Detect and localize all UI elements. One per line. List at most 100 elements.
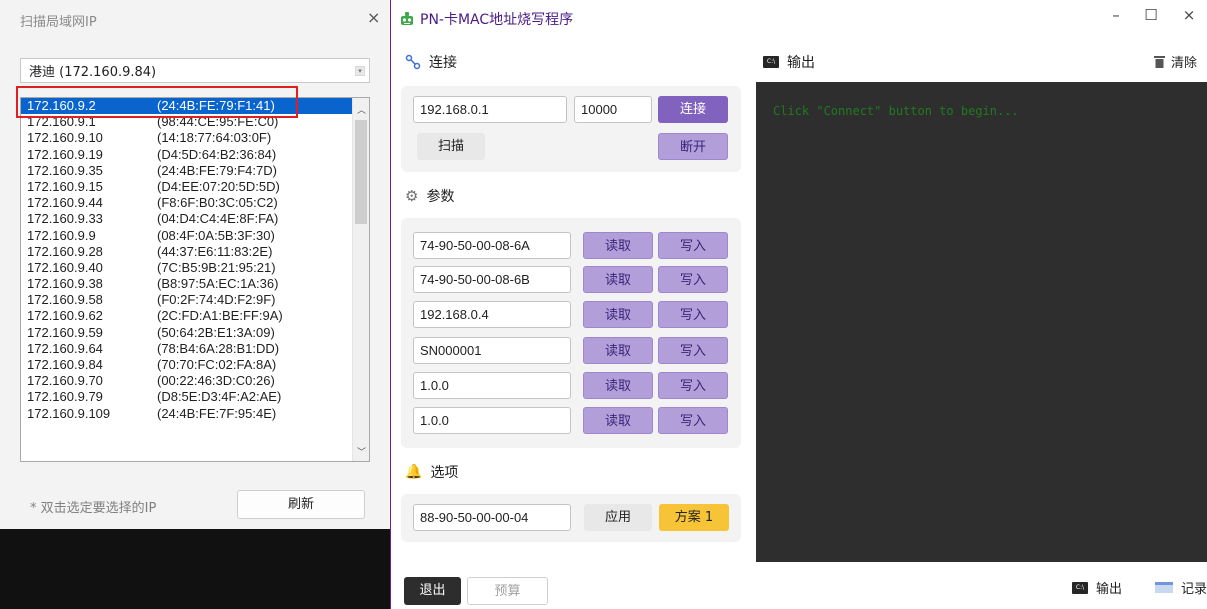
list-item[interactable]: 172.160.9.35 (24:4B:FE:79:F4:7D) xyxy=(21,163,369,179)
scan-dialog-title: 扫描局域网IP xyxy=(20,15,97,30)
write-button[interactable]: 写入 xyxy=(658,337,728,364)
read-button[interactable]: 读取 xyxy=(583,337,653,364)
list-item[interactable]: 172.160.9.62 (2C:FD:A1:BE:FF:9A) xyxy=(21,308,369,324)
scrollbar-thumb[interactable] xyxy=(355,120,367,224)
scroll-down-icon[interactable]: ﹀ xyxy=(353,445,369,458)
refresh-button[interactable]: 刷新 xyxy=(237,490,365,519)
mac-address: (00:22:46:3D:C0:26) xyxy=(157,373,275,389)
ip-address: 172.160.9.19 xyxy=(27,146,103,162)
window-close-icon[interactable]: × xyxy=(1171,6,1207,24)
read-button[interactable]: 读取 xyxy=(583,407,653,434)
connect-header-label: 连接 xyxy=(429,55,457,71)
chevron-down-icon[interactable]: ▾ xyxy=(355,66,365,76)
read-button[interactable]: 读取 xyxy=(583,232,653,259)
list-item[interactable]: 172.160.9.70 (00:22:46:3D:C0:26) xyxy=(21,373,369,389)
list-item[interactable]: 172.160.9.58 (F0:2F:74:4D:F2:9F) xyxy=(21,292,369,308)
connect-section-header: 连接 xyxy=(405,52,457,72)
write-button[interactable]: 写入 xyxy=(658,372,728,399)
param-input[interactable]: 1.0.0 xyxy=(413,407,571,434)
options-header-label: 选项 xyxy=(430,465,459,481)
terminal-icon: C:\ xyxy=(1072,581,1088,594)
list-item[interactable]: 172.160.9.64 (78:B4:6A:28:B1:DD) xyxy=(21,341,369,357)
list-item[interactable]: 172.160.9.19 (D4:5D:64:B2:36:84) xyxy=(21,147,369,163)
list-item[interactable]: 172.160.9.15 (D4:EE:07:20:5D:5D) xyxy=(21,179,369,195)
ip-address: 172.160.9.1 xyxy=(27,114,96,130)
connect-card: 192.168.0.1 10000 连接 扫描 断开 xyxy=(401,86,741,172)
console-message: Click "Connect" button to begin... xyxy=(773,104,1019,118)
mac-address: (2C:FD:A1:BE:FF:9A) xyxy=(157,308,283,324)
list-item[interactable]: 172.160.9.84 (70:70:FC:02:FA:8A) xyxy=(21,357,369,373)
clear-button[interactable]: 清除 xyxy=(1153,52,1197,71)
output-header-label: 输出 xyxy=(787,55,815,71)
options-card: 88-90-50-00-00-04 应用 方案 1 xyxy=(401,494,741,542)
list-item[interactable]: 172.160.9.79 (D8:5E:D3:4F:A2:AE) xyxy=(21,389,369,405)
close-icon[interactable]: × xyxy=(367,8,380,27)
bell-icon: 🔔 xyxy=(405,464,423,480)
disconnect-button[interactable]: 断开 xyxy=(658,133,728,160)
main-window: PN-卡MAC地址烧写程序 – ☐ × 连接 192.168.0.1 10000… xyxy=(390,0,1207,609)
link-icon xyxy=(405,54,421,70)
hint-text: * 双击选定要选择的IP xyxy=(30,501,157,516)
list-item[interactable]: 172.160.9.38 (B8:97:5A:EC:1A:36) xyxy=(21,276,369,292)
scan-button[interactable]: 扫描 xyxy=(417,133,485,160)
output-console[interactable]: Click "Connect" button to begin... xyxy=(756,82,1207,562)
mac-address: (F8:6F:B0:3C:05:C2) xyxy=(157,195,278,211)
write-button[interactable]: 写入 xyxy=(658,232,728,259)
connect-button[interactable]: 连接 xyxy=(658,96,728,123)
ip-address: 172.160.9.62 xyxy=(27,308,103,324)
list-scrollbar[interactable]: ︿ ﹀ xyxy=(352,98,369,461)
tab-output[interactable]: C:\ 输出 xyxy=(1072,578,1122,597)
terminal-icon: C:\ xyxy=(763,56,779,68)
read-button[interactable]: 读取 xyxy=(583,301,653,328)
ip-address: 172.160.9.64 xyxy=(27,340,103,356)
param-input[interactable]: 1.0.0 xyxy=(413,372,571,399)
ip-address: 172.160.9.58 xyxy=(27,292,103,308)
ip-address: 172.160.9.9 xyxy=(27,227,96,243)
write-button[interactable]: 写入 xyxy=(658,301,728,328)
write-button[interactable]: 写入 xyxy=(658,266,728,293)
scan-lan-dialog: 扫描局域网IP × 港迪 (172.160.9.84) ▾ 172.160.9.… xyxy=(0,0,390,609)
read-button[interactable]: 读取 xyxy=(583,266,653,293)
tab-log-label: 记录 xyxy=(1181,582,1207,597)
ip-address: 172.160.9.38 xyxy=(27,276,103,292)
ip-list[interactable]: 172.160.9.2 (24:4B:FE:79:F1:41) 172.160.9.… xyxy=(20,97,370,462)
write-button[interactable]: 写入 xyxy=(658,407,728,434)
list-item[interactable]: 172.160.9.109 (24:4B:FE:7F:95:4E) xyxy=(21,406,369,422)
trash-icon xyxy=(1153,56,1165,68)
ip-address: 172.160.9.35 xyxy=(27,162,103,178)
param-input[interactable]: 74-90-50-00-08-6B xyxy=(413,266,571,293)
option-mac-input[interactable]: 88-90-50-00-00-04 xyxy=(413,504,571,531)
minimize-icon[interactable]: – xyxy=(1098,6,1134,24)
list-item[interactable]: 172.160.9.1 (98:44:CE:95:FE:C0) xyxy=(21,114,369,130)
output-section-header: C:\ 输出 xyxy=(763,52,815,72)
exit-button[interactable]: 退出 xyxy=(404,577,461,605)
scheme-button[interactable]: 方案 1 xyxy=(659,504,729,531)
list-item[interactable]: 172.160.9.10 (14:18:77:64:03:0F) xyxy=(21,130,369,146)
mac-address: (7C:B5:9B:21:95:21) xyxy=(157,259,276,275)
apply-button[interactable]: 应用 xyxy=(584,504,652,531)
list-item[interactable]: 172.160.9.40 (7C:B5:9B:21:95:21) xyxy=(21,260,369,276)
mac-address: (D8:5E:D3:4F:A2:AE) xyxy=(157,389,282,405)
port-input[interactable]: 10000 xyxy=(574,96,652,123)
ip-address-input[interactable]: 192.168.0.1 xyxy=(413,96,567,123)
param-input[interactable]: 74-90-50-00-08-6A xyxy=(413,232,571,259)
list-item[interactable]: 172.160.9.28 (44:37:E6:11:83:2E) xyxy=(21,244,369,260)
param-input[interactable]: 192.168.0.4 xyxy=(413,301,571,328)
tab-log[interactable]: 记录 xyxy=(1155,578,1207,597)
network-interface-select[interactable]: 港迪 (172.160.9.84) ▾ xyxy=(20,58,370,83)
calc-button[interactable]: 预算 xyxy=(467,577,548,605)
mac-address: (D4:5D:64:B2:36:84) xyxy=(157,146,277,162)
maximize-icon[interactable]: ☐ xyxy=(1133,6,1169,24)
list-item[interactable]: 172.160.9.59 (50:64:2B:E1:3A:09) xyxy=(21,325,369,341)
param-input[interactable]: SN000001 xyxy=(413,337,571,364)
title-bar: PN-卡MAC地址烧写程序 xyxy=(399,9,573,29)
tab-output-label: 输出 xyxy=(1096,582,1123,597)
read-button[interactable]: 读取 xyxy=(583,372,653,399)
list-item[interactable]: 172.160.9.33 (04:D4:C4:4E:8F:FA) xyxy=(21,211,369,227)
ip-address: 172.160.9.33 xyxy=(27,211,103,227)
list-item[interactable]: 172.160.9.9 (08:4F:0A:5B:3F:30) xyxy=(21,228,369,244)
scroll-up-icon[interactable]: ︿ xyxy=(353,103,369,116)
list-item[interactable]: 172.160.9.2 (24:4B:FE:79:F1:41) xyxy=(21,98,369,115)
list-item[interactable]: 172.160.9.44 (F8:6F:B0:3C:05:C2) xyxy=(21,195,369,211)
ip-address: 172.160.9.70 xyxy=(27,373,103,389)
